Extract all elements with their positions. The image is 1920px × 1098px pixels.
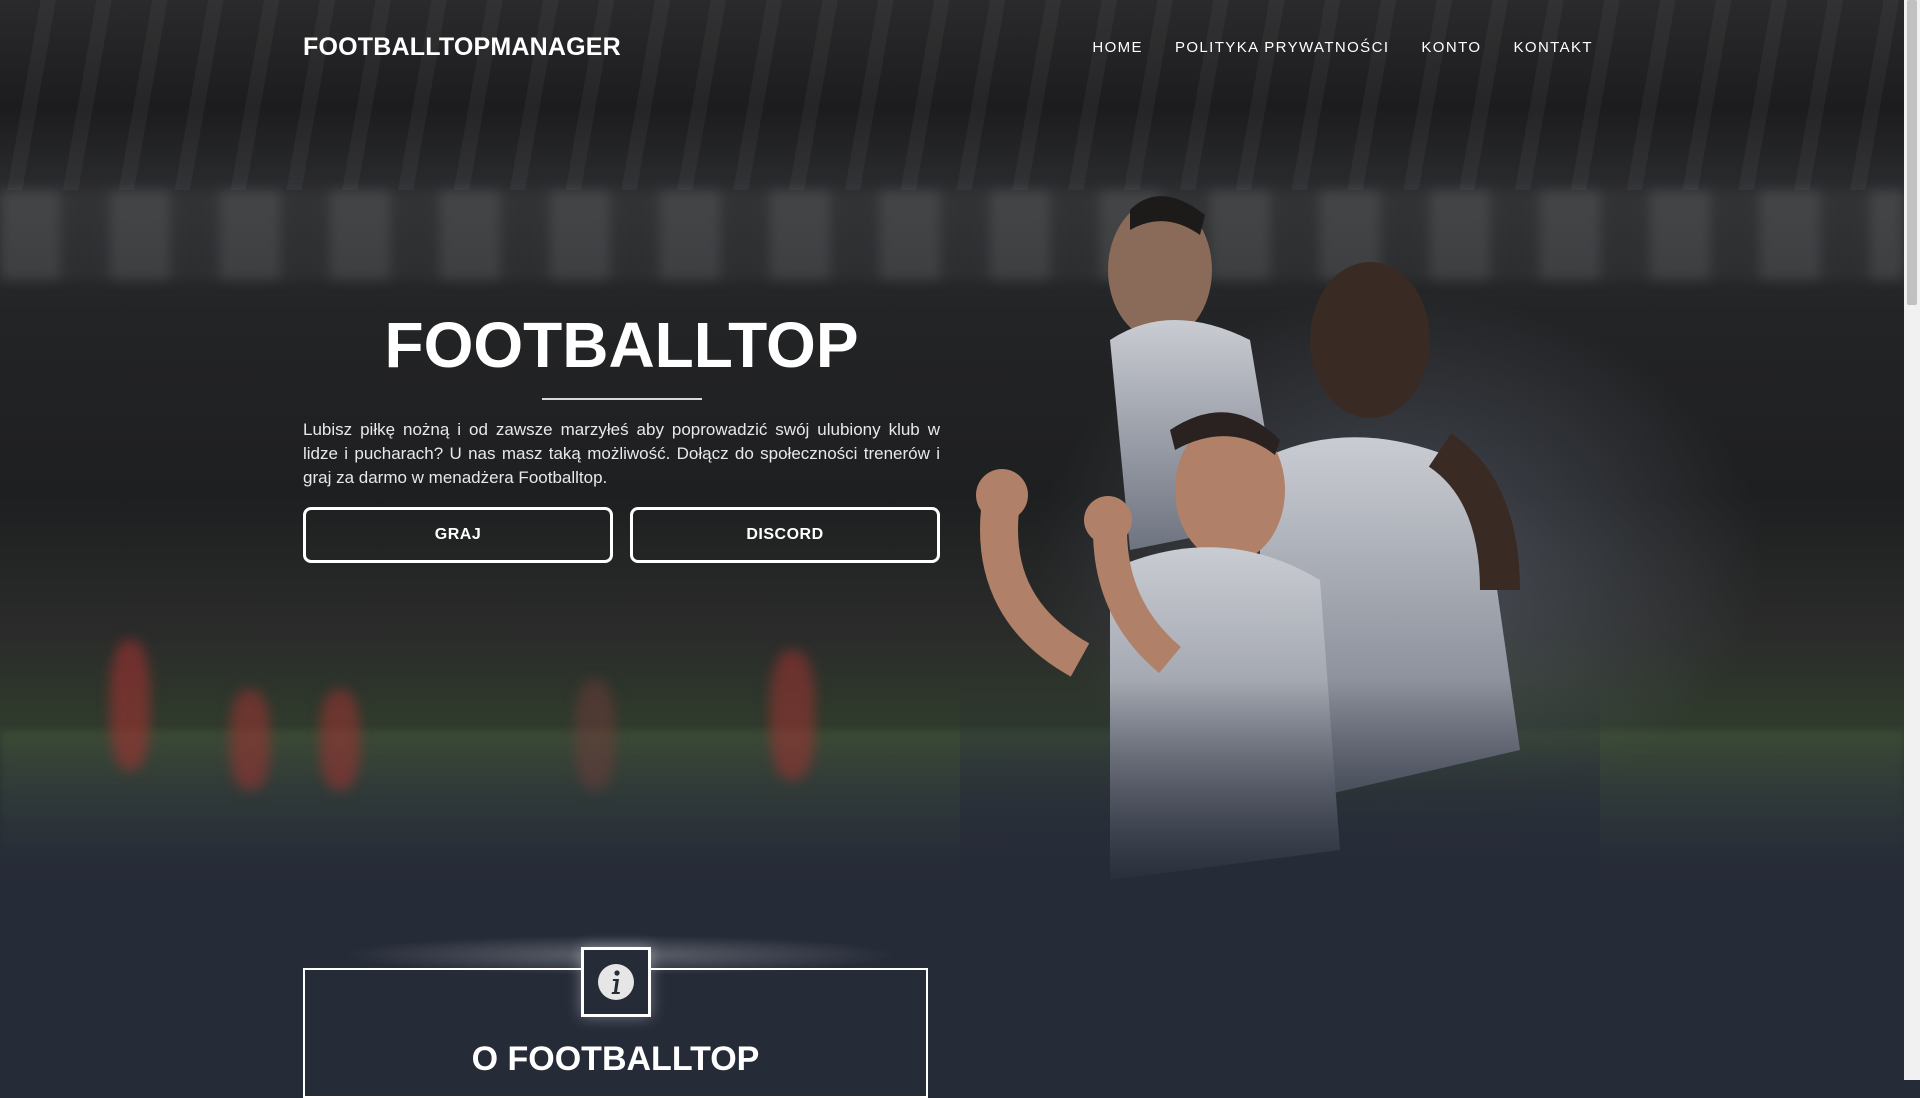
background-player	[230, 690, 270, 790]
title-divider	[541, 398, 702, 401]
background-player	[110, 640, 150, 770]
top-navbar: FOOTBALLTOPMANAGER HOME POLITYKA PRYWATN…	[303, 30, 1593, 64]
stadium-crowd	[0, 190, 1904, 280]
background-player	[320, 690, 360, 790]
background-player	[575, 680, 615, 790]
pitch	[0, 730, 1904, 870]
stadium-roof	[0, 0, 1904, 190]
hero-section: FOOTBALLTOP Lubisz piłkę nożną i od zaws…	[303, 309, 940, 564]
about-title: O FOOTBALLTOP	[471, 1040, 760, 1078]
discord-button[interactable]: DISCORD	[630, 507, 940, 564]
hero-button-row: GRAJ DISCORD	[303, 507, 940, 564]
nav-link-contact[interactable]: KONTAKT	[1513, 39, 1593, 56]
play-button[interactable]: GRAJ	[303, 507, 613, 564]
hero-background	[0, 0, 1904, 900]
nav-link-privacy-policy[interactable]: POLITYKA PRYWATNOŚCI	[1175, 39, 1389, 56]
nav-link-home[interactable]: HOME	[1092, 39, 1143, 56]
page-scrollbar[interactable]	[1904, 0, 1920, 1080]
players-illustration	[960, 190, 1600, 890]
nav-links: HOME POLITYKA PRYWATNOŚCI KONTO KONTAKT	[1092, 39, 1593, 56]
about-icon-box	[581, 947, 651, 1017]
nav-link-account[interactable]: KONTO	[1421, 39, 1481, 56]
background-player	[770, 650, 815, 780]
celebrating-players-image	[960, 190, 1600, 890]
brand-logo-link[interactable]: FOOTBALLTOPMANAGER	[303, 33, 621, 62]
info-icon	[598, 964, 634, 1000]
hero-title: FOOTBALLTOP	[384, 309, 859, 381]
scrollbar-thumb[interactable]	[1907, 0, 1917, 305]
hero-description: Lubisz piłkę nożną i od zawsze marzyłeś …	[303, 420, 940, 488]
